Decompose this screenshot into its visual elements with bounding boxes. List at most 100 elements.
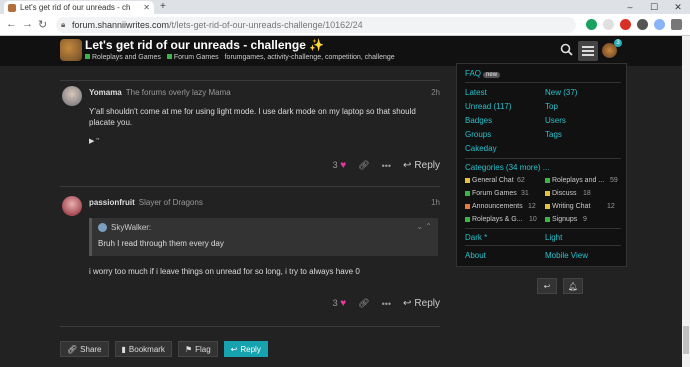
menu-mobile-view[interactable]: Mobile View xyxy=(545,251,588,260)
menu-cakeday[interactable]: Cakeday xyxy=(465,144,497,153)
post-time[interactable]: 1h xyxy=(431,198,440,207)
post-time[interactable]: 2h xyxy=(431,88,440,97)
avatar[interactable] xyxy=(62,196,82,216)
topic-title[interactable]: Let's get rid of our unreads - challenge… xyxy=(85,38,324,52)
like-count[interactable]: 3 ♥ xyxy=(333,298,346,309)
search-icon[interactable] xyxy=(556,41,576,61)
menu-category-item[interactable]: Writing Chat 12 xyxy=(545,203,621,210)
quote-avatar xyxy=(98,222,107,232)
quote-header[interactable]: SkyWalker: xyxy=(92,218,438,236)
extensions xyxy=(586,19,682,30)
share-button[interactable]: 🔗︎ Share xyxy=(60,341,109,357)
forward-icon[interactable]: → xyxy=(22,18,33,30)
menu-tags[interactable]: Tags xyxy=(545,130,562,139)
menu-category-item[interactable]: Discuss 18 xyxy=(545,190,621,197)
address-bar[interactable]: 🔒︎ forum.shanniiwrites.com/t/lets-get-ri… xyxy=(56,17,576,33)
link-icon: 🔗︎ xyxy=(67,344,78,354)
reply-icon: ↩ xyxy=(403,160,412,171)
bell-icon[interactable]: 🔔︎ xyxy=(563,278,583,294)
flag-button[interactable]: ⚑ Flag xyxy=(177,341,218,357)
tab-close-icon[interactable]: ✕ xyxy=(143,3,150,12)
menu-divider xyxy=(465,245,621,246)
category-link[interactable]: Roleplays and Games xyxy=(85,54,161,61)
menu-groups[interactable]: Groups xyxy=(465,130,491,139)
menu-users[interactable]: Users xyxy=(545,116,566,125)
url-host: forum.shanniiwrites.com xyxy=(72,20,170,30)
post-body: Y'all shouldn't come at me for using lig… xyxy=(89,107,416,127)
window-controls: – ☐ ✕ xyxy=(618,0,690,14)
menu-category-item[interactable]: General Chat 62 xyxy=(465,177,537,184)
post-divider xyxy=(60,326,440,327)
favicon-icon xyxy=(8,3,16,12)
category-color-icon xyxy=(465,204,470,209)
quote-expand-icon[interactable]: ⌄ ⌃ xyxy=(416,222,432,231)
extension-icon[interactable] xyxy=(620,19,631,30)
menu-divider xyxy=(465,82,621,83)
extension-icon[interactable] xyxy=(637,19,648,30)
minimize-icon[interactable]: – xyxy=(618,0,642,14)
hamburger-icon[interactable] xyxy=(578,41,598,61)
lock-icon: 🔒︎ xyxy=(61,20,66,29)
menu-divider xyxy=(465,228,621,229)
extension-icon[interactable] xyxy=(586,19,597,30)
kebab-menu-icon[interactable] xyxy=(671,19,682,30)
reply-button[interactable]: ↩ Reply xyxy=(403,160,440,171)
menu-category-item[interactable]: Signups 9 xyxy=(545,216,621,223)
notification-badge[interactable]: 3 xyxy=(614,39,622,47)
menu-latest[interactable]: Latest xyxy=(465,88,487,97)
like-count[interactable]: 3 ♥ xyxy=(333,160,346,171)
subcategory-link[interactable]: Forum Games xyxy=(166,54,219,61)
url-path: /t/lets-get-rid-of-our-unreads-challenge… xyxy=(169,20,363,30)
sparkle-icon: ✨ xyxy=(309,38,325,52)
more-icon[interactable]: ••• xyxy=(382,299,391,309)
menu-divider xyxy=(465,158,621,159)
browser-tab-strip: Let's get rid of our unreads - ch ✕ + – … xyxy=(0,0,690,14)
scrollbar-thumb[interactable] xyxy=(683,326,689,354)
details-toggle[interactable]: ▶ " xyxy=(89,136,439,147)
close-window-icon[interactable]: ✕ xyxy=(666,0,690,14)
menu-category-item[interactable]: Roleplays and ... 59 xyxy=(545,177,621,184)
menu-category-item[interactable]: Roleplays & G... 10 xyxy=(465,216,537,223)
profile-icon[interactable] xyxy=(654,19,665,30)
menu-unread[interactable]: Unread (117) xyxy=(465,102,512,111)
menu-new[interactable]: New (37) xyxy=(545,88,577,97)
new-tab-icon[interactable]: + xyxy=(160,1,166,12)
reply-button[interactable]: ↩ Reply xyxy=(403,298,440,309)
reply-icon: ↩ xyxy=(230,344,238,354)
extension-icon[interactable] xyxy=(603,19,614,30)
reply-icon: ↩ xyxy=(403,298,412,309)
link-icon[interactable]: 🔗︎ xyxy=(358,160,369,171)
site-logo[interactable] xyxy=(60,39,82,61)
menu-categories-header[interactable]: Categories (34 more) ... xyxy=(465,163,549,172)
maximize-icon[interactable]: ☐ xyxy=(642,0,666,14)
more-icon[interactable]: ••• xyxy=(382,161,391,171)
browser-toolbar: ← → ↻ 🔒︎ forum.shanniiwrites.com/t/lets-… xyxy=(0,14,690,36)
reply-topic-button[interactable]: ↩ Reply xyxy=(223,341,268,357)
menu-category-item[interactable]: Forum Games 31 xyxy=(465,190,537,197)
menu-faq[interactable]: FAQ new xyxy=(465,69,501,78)
reload-icon[interactable]: ↻ xyxy=(38,18,47,31)
forum-header: Let's get rid of our unreads - challenge… xyxy=(0,36,690,66)
menu-light-theme[interactable]: Light xyxy=(545,233,562,242)
bookmark-button[interactable]: ▮ Bookmark xyxy=(114,341,172,357)
post-divider xyxy=(60,186,440,187)
post-author[interactable]: passionfruit Slayer of Dragons xyxy=(89,198,203,207)
menu-top[interactable]: Top xyxy=(545,102,558,111)
heart-icon[interactable]: ♥ xyxy=(340,298,346,309)
reply-icon[interactable]: ↩ xyxy=(537,278,557,294)
link-icon[interactable]: 🔗︎ xyxy=(358,298,369,309)
heart-icon[interactable]: ♥ xyxy=(340,160,346,171)
category-color-icon xyxy=(465,178,470,183)
topic-tags[interactable]: forumgames, activity-challenge, competit… xyxy=(225,54,395,61)
menu-category-item[interactable]: Announcements 12 xyxy=(465,203,537,210)
post-author[interactable]: Yomama The forums overly lazy Mama xyxy=(89,88,231,97)
page-scrollbar[interactable] xyxy=(682,36,690,367)
post-yomama: Yomama The forums overly lazy Mama 2h Y'a… xyxy=(60,86,440,176)
timeline-controls: ↩ 🔔︎ xyxy=(537,278,583,294)
avatar[interactable] xyxy=(62,86,82,106)
back-icon[interactable]: ← xyxy=(6,18,17,30)
menu-badges[interactable]: Badges xyxy=(465,116,492,125)
menu-dark-theme[interactable]: Dark * xyxy=(465,233,487,242)
menu-about[interactable]: About xyxy=(465,251,486,260)
browser-tab[interactable]: Let's get rid of our unreads - ch ✕ xyxy=(4,1,154,14)
